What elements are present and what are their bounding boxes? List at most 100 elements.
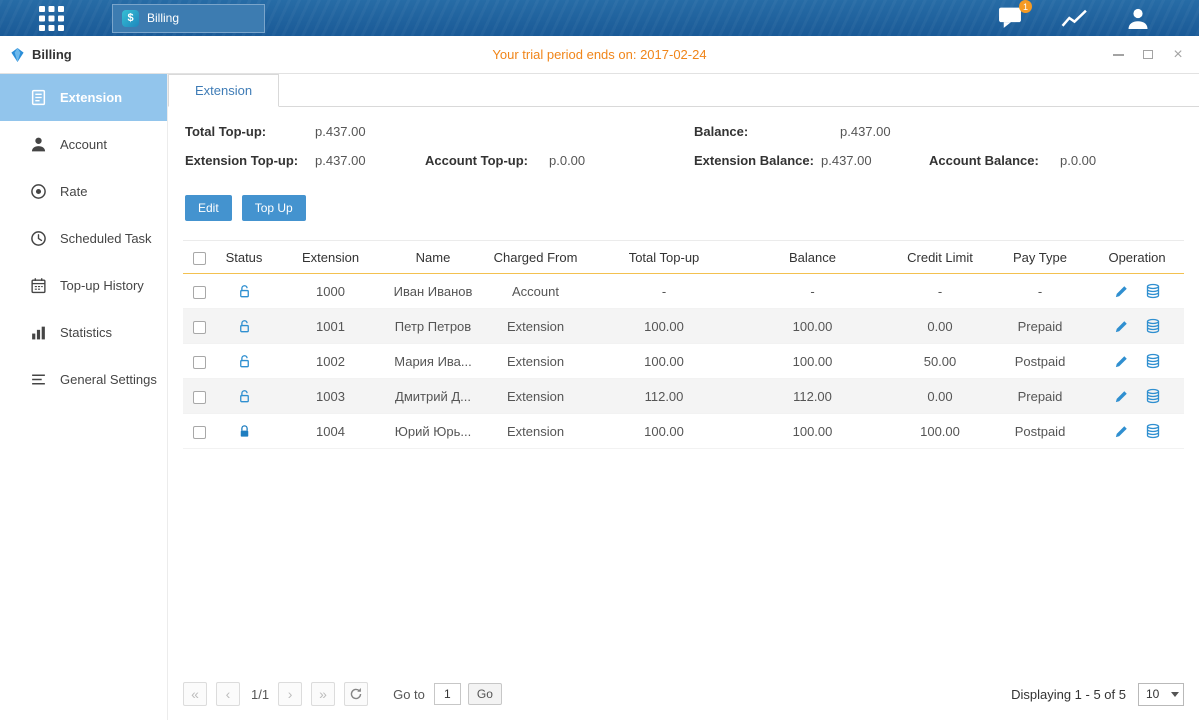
main-content: Extension Total Top-up: p.437.00 Balance…: [168, 74, 1199, 720]
top-up-icon[interactable]: [1145, 423, 1161, 439]
table-row: 1000 Иван Иванов Account - - - -: [183, 274, 1184, 309]
credit-limit-cell: 50.00: [890, 344, 990, 379]
sidebar-item-general-settings[interactable]: General Settings: [0, 356, 167, 403]
refresh-button[interactable]: [344, 682, 368, 706]
pay-type-cell: Postpaid: [990, 344, 1090, 379]
charged-from-cell: Account: [478, 274, 593, 309]
charged-from-cell: Extension: [478, 414, 593, 449]
total-topup-cell: 100.00: [593, 414, 735, 449]
edit-icon[interactable]: [1114, 284, 1129, 299]
prev-page-button[interactable]: ‹: [216, 682, 240, 706]
goto-label: Go to: [393, 687, 425, 702]
page-indicator: 1/1: [251, 687, 269, 702]
extension-topup-value: p.437.00: [315, 153, 425, 168]
refresh-icon: [349, 687, 363, 701]
row-checkbox[interactable]: [193, 286, 206, 299]
page-size-value: 10: [1139, 687, 1167, 701]
total-topup-label: Total Top-up:: [185, 124, 315, 139]
topbar-billing-tab[interactable]: $ Billing: [112, 4, 265, 33]
name-cell: Иван Иванов: [388, 274, 478, 309]
name-cell: Петр Петров: [388, 309, 478, 344]
tab-extension[interactable]: Extension: [168, 74, 279, 107]
page-size-select[interactable]: 10: [1138, 683, 1184, 706]
window-controls: ×: [1111, 48, 1185, 62]
edit-button[interactable]: Edit: [185, 195, 232, 221]
line-chart-icon: [1061, 8, 1088, 29]
statistics-chart-button[interactable]: [1059, 5, 1089, 31]
edit-icon[interactable]: [1114, 354, 1129, 369]
row-checkbox[interactable]: [193, 356, 206, 369]
table-row: 1003 Дмитрий Д... Extension 112.00 112.0…: [183, 379, 1184, 414]
total-topup-cell: 100.00: [593, 309, 735, 344]
calendar-icon: [30, 277, 47, 294]
sidebar-item-scheduled-task[interactable]: Scheduled Task: [0, 215, 167, 262]
sidebar-item-label: General Settings: [60, 372, 157, 387]
notification-badge: 1: [1019, 0, 1032, 13]
top-up-icon[interactable]: [1145, 353, 1161, 369]
pay-type-cell: Postpaid: [990, 414, 1090, 449]
balance-cell: 112.00: [735, 379, 890, 414]
name-cell: Дмитрий Д...: [388, 379, 478, 414]
top-up-button[interactable]: Top Up: [242, 195, 306, 221]
trial-notice: Your trial period ends on: 2017-02-24: [0, 47, 1199, 62]
close-button[interactable]: ×: [1171, 48, 1185, 62]
first-page-button[interactable]: «: [183, 682, 207, 706]
extension-cell: 1002: [273, 344, 388, 379]
account-balance-label: Account Balance:: [929, 153, 1060, 168]
next-page-button[interactable]: ›: [278, 682, 302, 706]
chevron-down-icon: [1167, 692, 1183, 697]
sidebar-item-rate[interactable]: Rate: [0, 168, 167, 215]
extension-table: Status Extension Name Charged From Total…: [168, 240, 1199, 449]
unlock-icon: [237, 389, 252, 404]
sidebar-item-label: Extension: [60, 90, 122, 105]
credit-limit-cell: 0.00: [890, 379, 990, 414]
col-charged-from: Charged From: [478, 241, 593, 274]
maximize-button[interactable]: [1141, 48, 1155, 62]
app-launcher-button[interactable]: [36, 4, 66, 32]
col-total-topup: Total Top-up: [593, 241, 735, 274]
user-account-button[interactable]: [1123, 5, 1153, 31]
last-page-button[interactable]: »: [311, 682, 335, 706]
go-button[interactable]: Go: [468, 683, 502, 705]
edit-icon[interactable]: [1114, 389, 1129, 404]
col-operation: Operation: [1090, 241, 1184, 274]
sidebar: Extension Account Rate Scheduled Task: [0, 74, 168, 720]
settings-list-icon: [30, 371, 47, 388]
credit-limit-cell: -: [890, 274, 990, 309]
goto-page-input[interactable]: [434, 683, 461, 705]
topbar-billing-tab-label: Billing: [147, 11, 179, 25]
sidebar-item-statistics[interactable]: Statistics: [0, 309, 167, 356]
unlock-icon: [237, 354, 252, 369]
sidebar-item-account[interactable]: Account: [0, 121, 167, 168]
minimize-button[interactable]: [1111, 48, 1125, 62]
total-topup-value: p.437.00: [315, 124, 694, 139]
top-up-icon[interactable]: [1145, 283, 1161, 299]
top-up-icon[interactable]: [1145, 388, 1161, 404]
action-buttons: Edit Top Up: [168, 195, 1199, 221]
top-up-icon[interactable]: [1145, 318, 1161, 334]
edit-icon[interactable]: [1114, 319, 1129, 334]
sidebar-item-topup-history[interactable]: Top-up History: [0, 262, 167, 309]
billing-dollar-icon: $: [122, 10, 139, 27]
tab-strip: Extension: [168, 74, 1199, 107]
sidebar-item-label: Rate: [60, 184, 87, 199]
notifications-button[interactable]: 1: [995, 5, 1025, 31]
table-header-row: Status Extension Name Charged From Total…: [183, 241, 1184, 274]
app-grid-icon: [38, 5, 65, 32]
clock-icon: [30, 230, 47, 247]
balance-cell: 100.00: [735, 309, 890, 344]
row-checkbox[interactable]: [193, 391, 206, 404]
select-all-checkbox[interactable]: [193, 252, 206, 265]
edit-icon[interactable]: [1114, 424, 1129, 439]
name-cell: Мария Ива...: [388, 344, 478, 379]
row-checkbox[interactable]: [193, 321, 206, 334]
sidebar-item-extension[interactable]: Extension: [0, 74, 167, 121]
extension-cell: 1001: [273, 309, 388, 344]
row-checkbox[interactable]: [193, 426, 206, 439]
balance-cell: -: [735, 274, 890, 309]
credit-limit-cell: 0.00: [890, 309, 990, 344]
name-cell: Юрий Юрь...: [388, 414, 478, 449]
unlock-icon: [237, 319, 252, 334]
pay-type-cell: Prepaid: [990, 309, 1090, 344]
rate-icon: [30, 183, 47, 200]
